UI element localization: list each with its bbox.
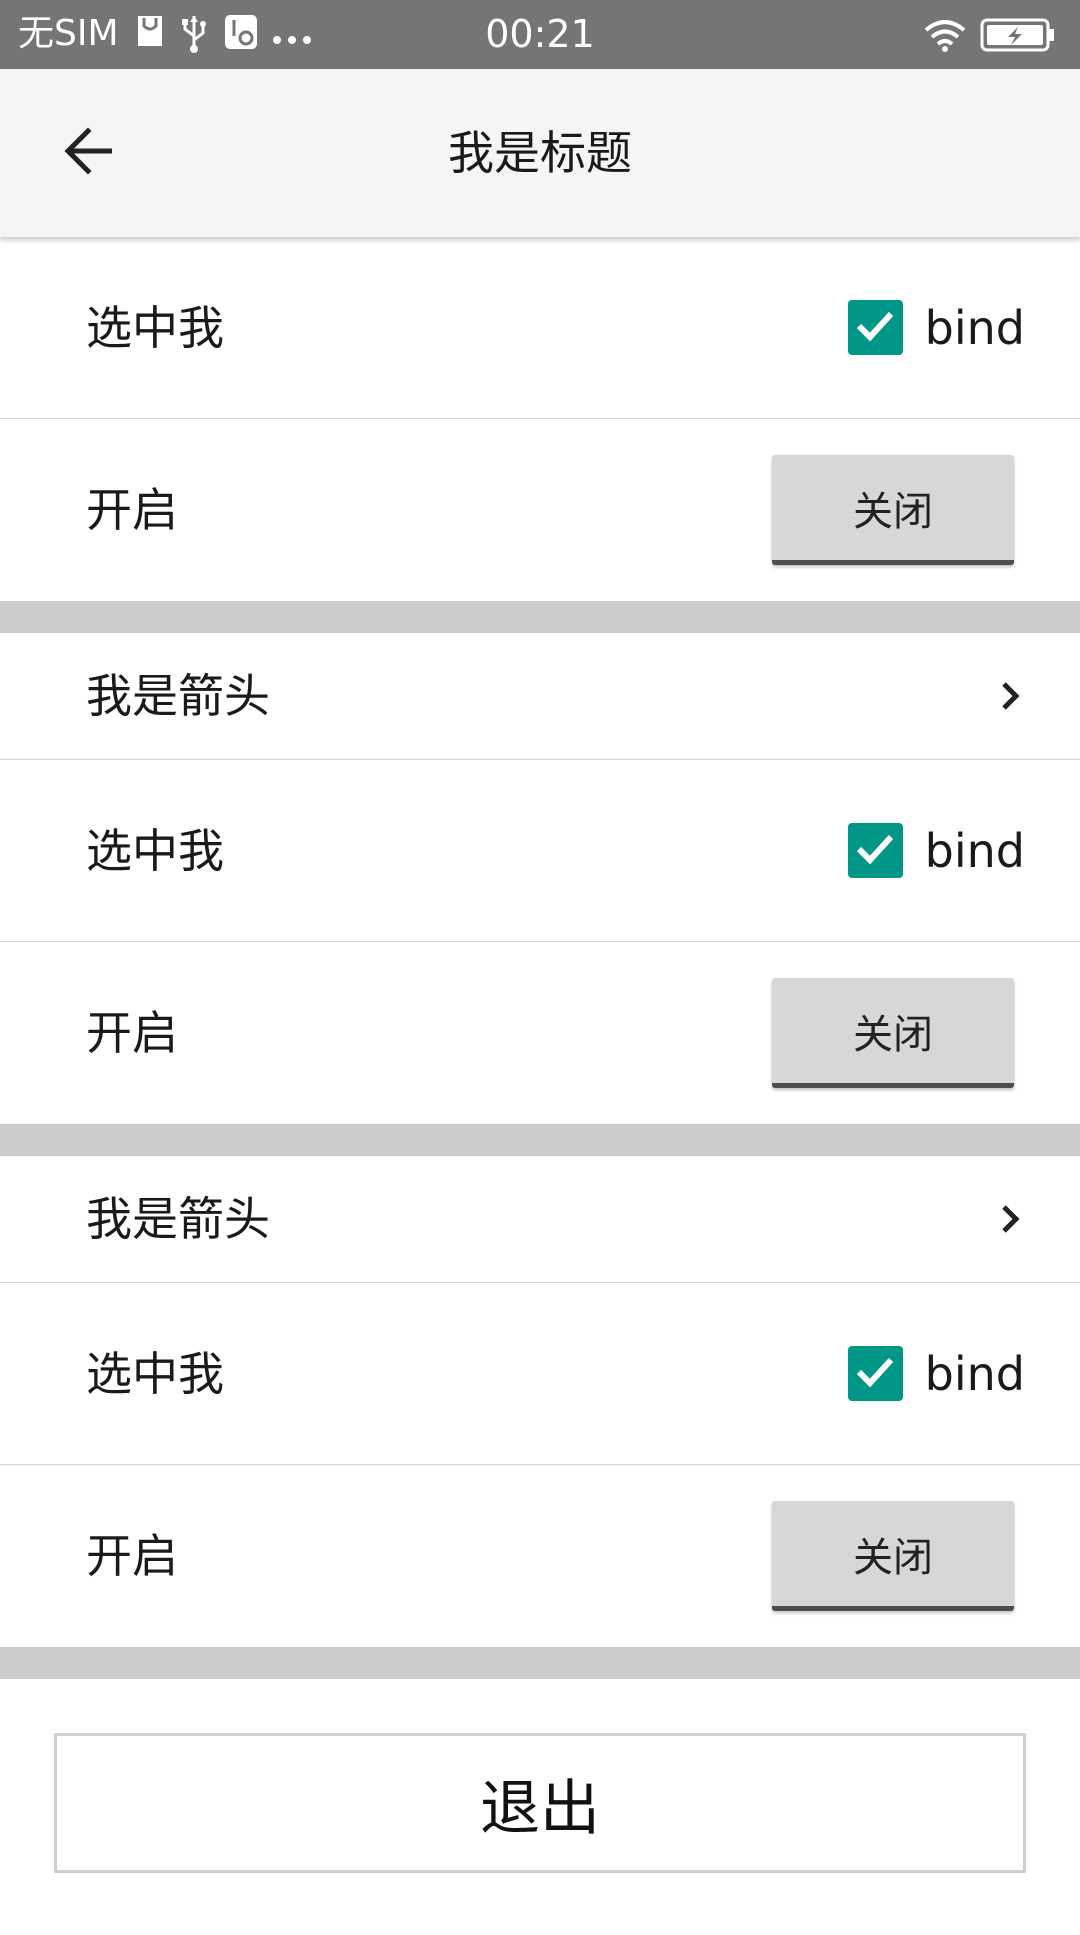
page-title: 我是标题 [448,126,632,180]
checkbox-label: bind [924,823,1025,878]
exit-button[interactable]: 退出 [54,1733,1026,1873]
close-toggle-button[interactable]: 关闭 [772,455,1014,565]
row-label: 开启 [86,1529,178,1583]
row-label: 开启 [86,1006,178,1060]
row-label: 我是箭头 [86,669,270,723]
row-label: 选中我 [86,300,224,355]
bind-checkbox-control[interactable]: bind [847,1346,1025,1402]
row-label: 选中我 [86,1346,224,1401]
section-divider [0,1647,1080,1679]
toggle-row: 开启 关闭 [0,1465,1080,1647]
checkmark-icon [855,309,895,347]
section-divider [0,601,1080,633]
chevron-right-icon [996,678,1024,714]
toggle-row: 开启 关闭 [0,419,1080,601]
bind-checkbox[interactable] [847,1346,903,1401]
bind-checkbox-control[interactable]: bind [847,823,1025,879]
chevron-right-icon [996,1201,1024,1237]
checkbox-row[interactable]: 选中我 bind [0,1283,1080,1465]
status-time: 00:21 [485,12,595,56]
checkmark-icon [855,1355,895,1393]
bind-checkbox-control[interactable]: bind [847,300,1025,356]
toggle-row: 开启 关闭 [0,942,1080,1124]
exit-area: 退出 [0,1679,1080,1935]
bind-checkbox[interactable] [847,300,903,355]
bind-checkbox[interactable] [847,823,903,878]
checkmark-icon [855,832,895,870]
battery-charging-icon [980,18,1056,56]
checkbox-row[interactable]: 选中我 bind [0,760,1080,942]
arrow-row[interactable]: 我是箭头 [0,1156,1080,1283]
app-bar: 我是标题 [0,69,1080,237]
row-label: 选中我 [86,823,224,878]
row-label: 我是箭头 [86,1192,270,1246]
wifi-icon [924,20,966,56]
status-bar: 无SIM 00:21 [0,0,1080,69]
section-divider [0,1124,1080,1156]
row-label: 开启 [86,483,178,537]
checkbox-row[interactable]: 选中我 bind [0,237,1080,419]
settings-list: 选中我 bind 开启 关闭 我是箭头 选中我 bind 开启 关闭 我是箭头 … [0,237,1080,1935]
checkbox-label: bind [924,300,1025,355]
arrow-row[interactable]: 我是箭头 [0,633,1080,760]
checkbox-label: bind [924,1346,1025,1401]
close-toggle-button[interactable]: 关闭 [772,978,1014,1088]
close-toggle-button[interactable]: 关闭 [772,1501,1014,1611]
